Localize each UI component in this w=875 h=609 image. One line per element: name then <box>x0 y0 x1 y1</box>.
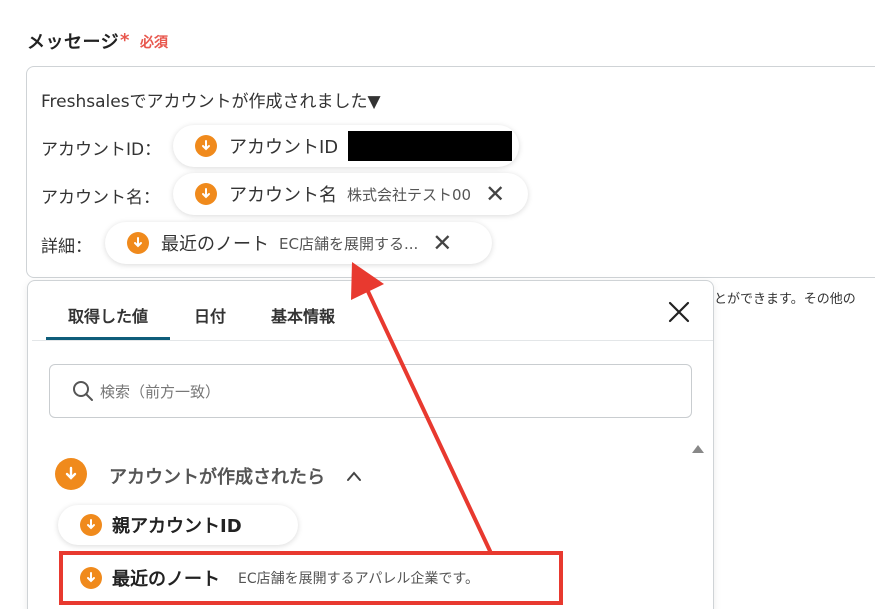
message-line-1: Freshsalesでアカウントが作成されました▼ <box>41 92 381 112</box>
chip-account-name[interactable]: アカウント名 株式会社テスト00 ✕ <box>173 173 528 215</box>
redacted-value <box>348 131 513 161</box>
tab-basic-info[interactable]: 基本情報 <box>271 303 335 327</box>
search-placeholder: 検索（前方一致） <box>100 382 221 401</box>
freshsales-icon <box>55 458 87 490</box>
active-tab-indicator <box>46 337 170 340</box>
chip-recent-note[interactable]: 最近のノート EC店舗を展開する... ✕ <box>105 222 492 264</box>
tab-acquired-values[interactable]: 取得した値 <box>68 303 148 327</box>
scrollbar-up-arrow[interactable] <box>692 445 704 453</box>
close-icon[interactable]: ✕ <box>432 231 452 255</box>
tab-date[interactable]: 日付 <box>194 303 226 327</box>
search-input[interactable]: 検索（前方一致） <box>49 364 692 418</box>
required-star: * <box>120 30 130 51</box>
section-title[interactable]: アカウントが作成されたら <box>109 463 325 489</box>
account-name-prefix: アカウント名： <box>41 188 160 208</box>
chevron-up-icon[interactable] <box>346 467 362 486</box>
account-id-prefix: アカウントID： <box>41 140 162 160</box>
chip-label: アカウント名 <box>229 185 337 206</box>
list-item-parent-account-id[interactable]: 親アカウントID <box>58 505 298 545</box>
detail-prefix: 詳細： <box>41 237 92 257</box>
chip-account-id[interactable]: アカウントID <box>173 125 519 167</box>
search-icon <box>72 380 94 402</box>
freshsales-icon <box>127 232 149 254</box>
chip-value: EC店舗を展開する... <box>279 234 419 253</box>
highlight-box <box>59 551 563 605</box>
chip-value: 株式会社テスト00 <box>347 185 472 204</box>
item-label: 親アカウントID <box>112 516 242 537</box>
freshsales-icon <box>195 183 217 205</box>
chip-label: アカウントID <box>229 137 339 158</box>
tab-divider <box>32 340 713 341</box>
close-icon[interactable]: ✕ <box>485 182 505 206</box>
help-text: とができます。その他の <box>714 292 856 307</box>
required-label: 必須 <box>140 35 168 51</box>
chip-label: 最近のノート <box>161 234 269 255</box>
field-label: メッセージ <box>27 32 120 53</box>
close-icon[interactable] <box>668 299 690 329</box>
freshsales-icon <box>195 135 217 157</box>
freshsales-icon <box>80 514 102 536</box>
